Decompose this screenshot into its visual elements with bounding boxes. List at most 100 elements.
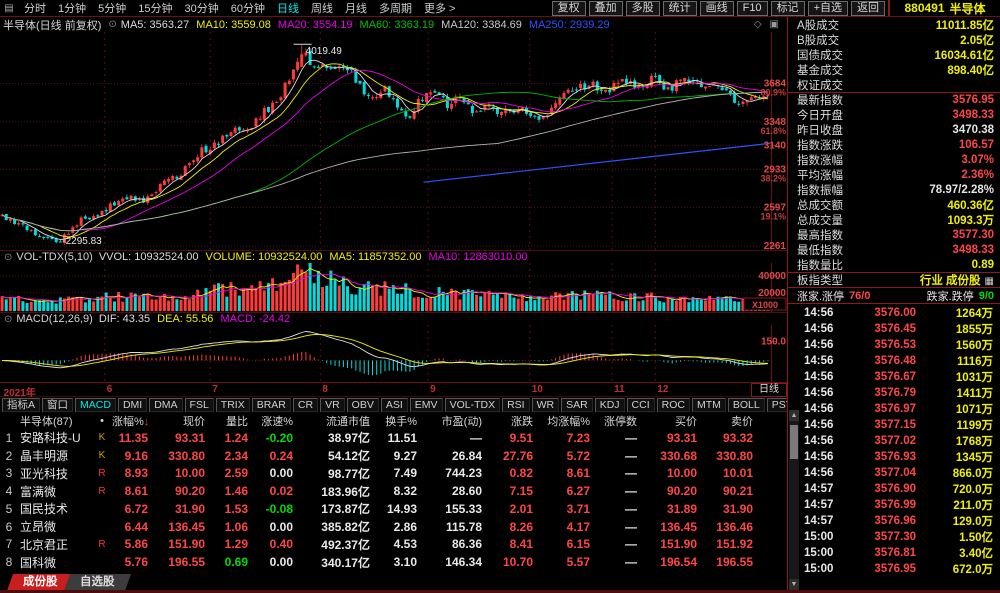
info-row-最高指数: 最高指数3577.30 xyxy=(788,227,1000,242)
tick-price: 3576.48 xyxy=(840,355,916,367)
svg-text:150.0: 150.0 xyxy=(761,337,786,348)
table-row[interactable]: 4富满微R8.6190.201.460.02183.96亿8.3228.607.… xyxy=(0,482,787,500)
column-header[interactable]: 换手% xyxy=(370,413,417,429)
column-header[interactable]: 卖价 xyxy=(697,413,753,429)
column-header[interactable]: 涨跌 xyxy=(482,413,533,429)
period-tab-月线[interactable]: 月线 xyxy=(339,0,373,16)
svg-text:3140: 3140 xyxy=(764,141,787,152)
bottom-tab-自选股[interactable]: 自选股 xyxy=(63,574,130,591)
indicator-tab-ROC[interactable]: ROC xyxy=(657,398,690,412)
table-row[interactable]: 5国民技术6.7231.901.53-0.08173.87亿14.93155.3… xyxy=(0,500,787,518)
tick-price: 3576.45 xyxy=(840,323,916,335)
table-row[interactable]: 1安路科技-UK11.3593.311.24-0.2038.97亿11.51—9… xyxy=(0,429,787,447)
toolbar-button-返回[interactable]: 返回 xyxy=(851,1,885,16)
period-tab-更多 >[interactable]: 更多 > xyxy=(418,0,461,16)
table-row[interactable]: 3亚光科技R8.9310.002.590.0098.77亿7.49744.230… xyxy=(0,465,787,483)
volume-chart[interactable]: 4000020000X1000 xyxy=(0,263,788,312)
column-header[interactable]: 涨幅%↓ xyxy=(112,413,148,429)
indicator-tab-DMI[interactable]: DMI xyxy=(118,398,147,412)
table-cell: 7 xyxy=(0,537,18,551)
scroll-track[interactable] xyxy=(789,421,799,579)
indicator-tab-MACD[interactable]: MACD xyxy=(75,398,116,412)
scroll-down-button[interactable]: ▼ xyxy=(789,579,799,590)
table-row[interactable]: 7北京君正R5.86151.901.290.40492.37亿4.5386.36… xyxy=(0,536,787,554)
toolbar-button-标记[interactable]: 标记 xyxy=(771,1,805,16)
column-header[interactable]: 涨速% xyxy=(248,413,293,429)
period-tab-15分钟[interactable]: 15分钟 xyxy=(132,0,178,16)
indicator-tab-MTM[interactable]: MTM xyxy=(692,398,726,412)
column-header[interactable]: 买价 xyxy=(637,413,697,429)
period-indicator[interactable]: 日线 xyxy=(751,383,787,397)
indicator-tab-VR[interactable]: VR xyxy=(320,398,345,412)
column-header[interactable]: 涨停数 xyxy=(590,413,637,429)
table-cell: 晶丰明源 xyxy=(18,447,92,464)
scroll-thumb[interactable] xyxy=(790,425,798,459)
indicator-tab-BOLL[interactable]: BOLL xyxy=(728,398,765,412)
info-value: 11011.85亿 xyxy=(936,17,994,33)
indicator-tab-CR[interactable]: CR xyxy=(293,398,318,412)
toolbar-button-复权[interactable]: 复权 xyxy=(552,1,586,16)
x-axis-label: 2021年 xyxy=(4,384,36,399)
toolbar-button-多股[interactable]: 多股 xyxy=(626,1,660,16)
indicator-tab-指标A[interactable]: 指标A xyxy=(2,398,40,412)
period-tab-日线[interactable]: 日线 xyxy=(271,0,305,16)
period-tab-1分钟[interactable]: 1分钟 xyxy=(52,0,92,16)
table-row[interactable]: 8国科微5.76196.550.690.00340.17亿3.10146.341… xyxy=(0,553,787,571)
constituents-grid-icon[interactable]: ▦ xyxy=(985,276,994,287)
column-header[interactable]: 均涨幅% xyxy=(533,413,590,429)
main-candlestick-chart[interactable]: 368480.9%334861.8%3140293338.2%259719.1%… xyxy=(0,32,788,250)
collapse-icon[interactable]: ⊙ xyxy=(4,252,12,263)
column-header[interactable]: 流通市值 xyxy=(293,413,370,429)
collapse-icon[interactable]: ⊙ xyxy=(108,19,116,30)
period-tab-60分钟[interactable]: 60分钟 xyxy=(225,0,271,16)
indicator-tab-EMV[interactable]: EMV xyxy=(410,398,443,412)
indicator-tab-WR[interactable]: WR xyxy=(532,398,560,412)
period-tab-5分钟[interactable]: 5分钟 xyxy=(92,0,132,16)
period-tab-30分钟[interactable]: 30分钟 xyxy=(179,0,225,16)
indicator-tab-BRAR[interactable]: BRAR xyxy=(252,398,291,412)
indicator-tab-CCI[interactable]: CCI xyxy=(627,398,655,412)
column-header[interactable]: 半导体(87) xyxy=(18,413,92,429)
diamond-icon[interactable]: ◇ xyxy=(754,19,762,30)
collapse-icon[interactable]: ⊙ xyxy=(4,314,12,325)
toolbar-button-画线[interactable]: 画线 xyxy=(700,1,734,16)
indicator-tab-TRIX[interactable]: TRIX xyxy=(216,398,250,412)
table-cell: 8.26 xyxy=(482,520,533,534)
toolbar-button-叠加[interactable]: 叠加 xyxy=(589,1,623,16)
column-header[interactable]: 现价 xyxy=(148,413,205,429)
table-cell: 6.44 xyxy=(112,520,148,534)
info-label: B股成交 xyxy=(797,32,839,48)
app-grid-icon[interactable]: ▤ xyxy=(0,3,18,14)
column-header[interactable]: • xyxy=(92,415,112,427)
period-tab-多周期[interactable]: 多周期 xyxy=(373,0,418,16)
toolbar-button-+自选[interactable]: +自选 xyxy=(808,1,848,16)
indicator-tab-SAR[interactable]: SAR xyxy=(561,398,593,412)
window-mode-icon[interactable]: ▣ xyxy=(770,19,779,30)
toolbar-button-F10[interactable]: F10 xyxy=(737,1,768,16)
indicator-tab-窗口[interactable]: 窗口 xyxy=(42,398,73,412)
toolbar-button-统计[interactable]: 统计 xyxy=(663,1,697,16)
indicator-tab-KDJ[interactable]: KDJ xyxy=(595,398,625,412)
indicator-tab-VOL-TDX[interactable]: VOL-TDX xyxy=(445,398,501,412)
indicator-tab-DMA[interactable]: DMA xyxy=(149,398,182,412)
indicator-tab-OBV[interactable]: OBV xyxy=(347,398,379,412)
period-tab-分时[interactable]: 分时 xyxy=(18,0,52,16)
macd-chart[interactable]: 150.0 xyxy=(0,325,788,382)
table-row[interactable]: 6立昂微6.44136.451.060.00385.82亿2.86115.788… xyxy=(0,518,787,536)
table-cell: 5.76 xyxy=(112,555,148,569)
table-cell: 1.24 xyxy=(205,431,248,445)
column-header[interactable]: 市盈(动) xyxy=(417,413,482,429)
indicator-tab-ASI[interactable]: ASI xyxy=(381,398,408,412)
tick-scrollbar[interactable]: ▲ ▼ xyxy=(789,410,799,590)
column-header[interactable]: 量比 xyxy=(205,413,248,429)
bottom-tab-成份股[interactable]: 成份股 xyxy=(7,574,74,591)
period-tab-周线[interactable]: 周线 xyxy=(305,0,339,16)
indicator-tab-RSI[interactable]: RSI xyxy=(502,398,530,412)
table-cell: 136.45 xyxy=(637,520,697,534)
indicator-tab-FSL[interactable]: FSL xyxy=(185,398,214,412)
table-cell: 5.72 xyxy=(533,449,590,463)
table-row[interactable]: 2晶丰明源K9.16330.802.340.2454.12亿9.2726.842… xyxy=(0,447,787,465)
indicator-tab-PSY[interactable]: PSY xyxy=(767,398,787,412)
tick-price: 3577.15 xyxy=(840,419,916,431)
scroll-up-button[interactable]: ▲ xyxy=(789,410,799,421)
